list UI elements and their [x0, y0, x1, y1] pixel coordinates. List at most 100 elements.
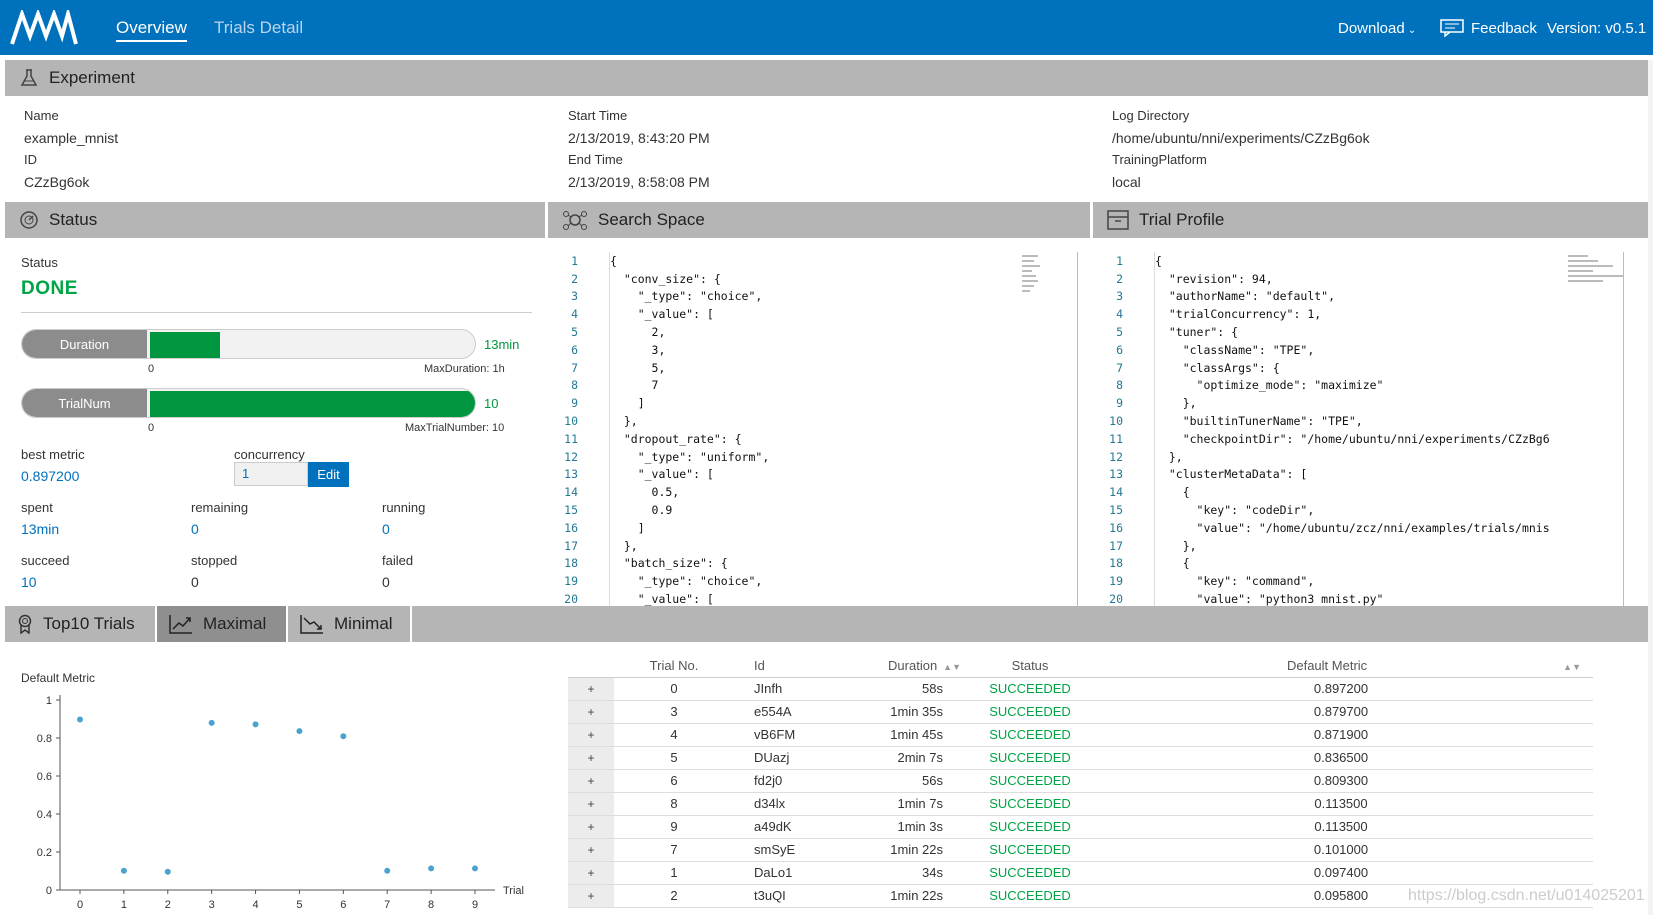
trial-profile-minimap[interactable] — [1568, 255, 1628, 285]
search-space-title: Search Space — [598, 210, 705, 229]
best-metric-value: 0.897200 — [21, 468, 80, 484]
code-text: "dropout_rate": { — [610, 431, 742, 446]
editor-scrollbar[interactable] — [1623, 252, 1624, 606]
expand-row-button[interactable]: + — [568, 700, 614, 724]
duration-value: 13min — [484, 337, 520, 352]
table-row[interactable]: +9 a49dK 1min 3s SUCCEEDED 0.113500 — [568, 815, 1593, 839]
expand-row-button[interactable]: + — [568, 746, 614, 770]
trial-no-cell: 7 — [614, 838, 734, 862]
expand-row-button[interactable]: + — [568, 792, 614, 816]
search-space-editor[interactable]: 1{2 "conv_size": {3 "_type": "choice", 4 … — [548, 252, 1078, 606]
expand-row-button[interactable]: + — [568, 723, 614, 747]
stopped-label: stopped — [191, 553, 238, 568]
gauge-icon — [19, 210, 39, 230]
table-row[interactable]: +3 e554A 1min 35s SUCCEEDED 0.879700 — [568, 700, 1593, 724]
duration-fill — [150, 332, 220, 358]
code-line: 5 2, — [548, 323, 1078, 341]
table-row[interactable]: +0 JInfh 58s SUCCEEDED 0.897200 — [568, 677, 1593, 701]
page-scrollbar[interactable] — [1648, 60, 1653, 915]
trial-profile-editor[interactable]: 1{2 "revision": 94, 3 "authorName": "defa… — [1093, 252, 1566, 606]
expand-row-button[interactable]: + — [568, 838, 614, 862]
trial-id-cell: fd2j0 — [734, 769, 826, 793]
line-number: 14 — [564, 485, 578, 500]
trial-no-cell: 8 — [614, 792, 734, 816]
watermark-text: https://blog.csdn.net/u014025201 — [1408, 887, 1645, 904]
line-number: 8 — [571, 378, 578, 393]
line-number: 11 — [1109, 431, 1123, 446]
tab-minimal-label: Minimal — [334, 614, 393, 633]
code-line: 14 0.5, — [548, 483, 1078, 501]
col-id[interactable]: Id — [734, 655, 826, 678]
top-nav-bar: Overview Trials Detail Download ⌄ Feedbac… — [0, 0, 1653, 55]
code-line: 11 "dropout_rate": { — [548, 430, 1078, 448]
expand-row-button[interactable]: + — [568, 884, 614, 908]
col-status[interactable]: Status — [971, 655, 1089, 678]
start-time: 2/13/2019, 8:43:20 PM — [568, 130, 710, 146]
nav-tab-trials-detail[interactable]: Trials Detail — [214, 18, 303, 38]
col-trial-no[interactable]: Trial No. — [614, 655, 734, 678]
experiment-name: example_mnist — [24, 130, 119, 146]
code-line: 10 "builtinTunerName": "TPE", — [1093, 412, 1566, 430]
table-row[interactable]: +1 DaLo1 34s SUCCEEDED 0.097400 — [568, 861, 1593, 885]
line-number: 11 — [564, 431, 578, 446]
running-value: 0 — [382, 521, 390, 537]
edit-concurrency-button[interactable]: Edit — [308, 462, 349, 487]
status-cell: SUCCEEDED — [971, 861, 1089, 885]
running-label: running — [382, 500, 426, 515]
trialnum-min: 0 — [148, 422, 155, 434]
table-body: +0 JInfh 58s SUCCEEDED 0.897200 +3 e554A 1min 3… — [568, 677, 1593, 908]
col-default-metric[interactable]: Default Metric ▲▼ — [1089, 655, 1593, 678]
col-duration-label: Duration — [888, 658, 938, 674]
nni-logo[interactable] — [10, 10, 80, 46]
expand-row-button[interactable]: + — [568, 769, 614, 793]
sort-icon[interactable]: ▲▼ — [1563, 662, 1581, 672]
col-duration[interactable]: Duration ▲▼ — [826, 655, 971, 678]
sort-icon[interactable]: ▲▼ — [943, 662, 961, 672]
download-menu[interactable]: Download ⌄ — [1338, 20, 1416, 37]
best-metric-label: best metric — [21, 447, 85, 462]
table-row[interactable]: +7 smSyE 1min 22s SUCCEEDED 0.101000 — [568, 838, 1593, 862]
trial-id-cell: smSyE — [734, 838, 826, 862]
data-point — [472, 865, 478, 872]
table-row[interactable]: +8 d34lx 1min 7s SUCCEEDED 0.113500 — [568, 792, 1593, 816]
metric-cell: 0.879700 — [1089, 700, 1593, 724]
status-cell: SUCCEEDED — [971, 838, 1089, 862]
tab-top10-trials[interactable]: Top10 Trials — [5, 606, 155, 642]
table-row[interactable]: +4 vB6FM 1min 45s SUCCEEDED 0.871900 — [568, 723, 1593, 747]
code-text: 2, — [610, 325, 666, 340]
trial-no-cell: 3 — [614, 700, 734, 724]
indent-guide — [609, 252, 610, 606]
experiment-status: DONE — [21, 278, 78, 299]
code-text: "_value": [ — [610, 307, 714, 322]
code-line: 12 }, — [1093, 448, 1566, 466]
code-text: "key": "command", — [1155, 574, 1315, 589]
line-number: 19 — [564, 574, 578, 589]
code-text: "tuner": { — [1155, 325, 1239, 340]
expand-row-button[interactable]: + — [568, 677, 614, 701]
line-number: 2 — [1116, 271, 1123, 286]
line-number: 1 — [1116, 253, 1123, 268]
nav-tab-overview[interactable]: Overview — [116, 18, 187, 42]
code-line: 17 }, — [548, 537, 1078, 555]
line-number: 6 — [571, 342, 578, 357]
duration-cell: 34s — [826, 861, 971, 885]
table-row[interactable]: +6 fd2j0 56s SUCCEEDED 0.809300 — [568, 769, 1593, 793]
tab-minimal[interactable]: Minimal — [288, 606, 410, 642]
tab-maximal[interactable]: Maximal — [157, 606, 286, 642]
trial-no-cell: 5 — [614, 746, 734, 770]
remaining-value: 0 — [191, 521, 199, 537]
status-cell: SUCCEEDED — [971, 746, 1089, 770]
data-point — [340, 733, 347, 740]
code-line: 10 }, — [548, 412, 1078, 430]
expand-row-button[interactable]: + — [568, 815, 614, 839]
editor-scrollbar[interactable] — [1077, 252, 1078, 606]
code-line: 3 "_type": "choice", — [548, 288, 1078, 306]
duration-progress: Duration — [21, 329, 476, 359]
search-space-minimap[interactable] — [1022, 255, 1042, 295]
expand-row-button[interactable]: + — [568, 861, 614, 885]
col-status-label: Status — [1011, 658, 1049, 674]
table-row[interactable]: +5 DUazj 2min 7s SUCCEEDED 0.836500 — [568, 746, 1593, 770]
concurrency-input[interactable]: 1 — [234, 462, 308, 486]
duration-label: Duration — [22, 330, 147, 358]
feedback-link[interactable]: Feedback — [1440, 19, 1537, 37]
